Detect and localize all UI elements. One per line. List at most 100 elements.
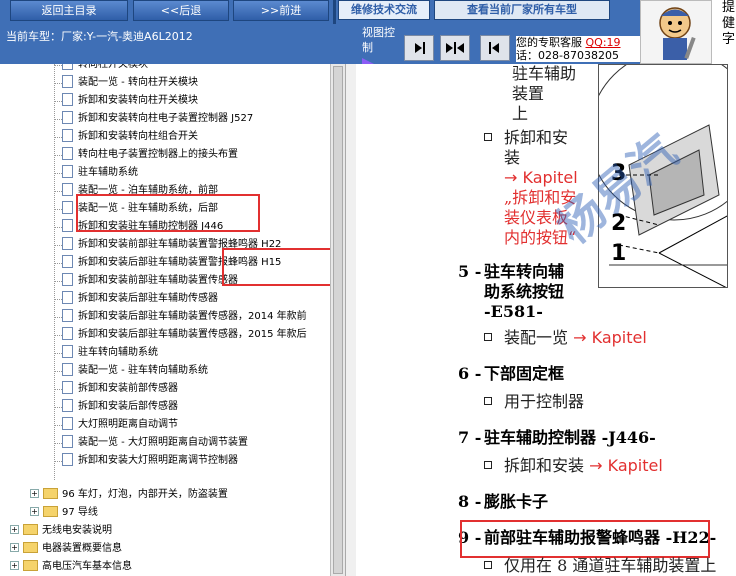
document-icon xyxy=(62,452,73,466)
tree-item[interactable]: 拆卸和安装后部传感器 xyxy=(62,398,178,416)
tree-item-label: 装配一览 - 大灯照明距离自动调节装置 xyxy=(78,437,248,448)
tree-item[interactable]: 装配一览 - 转向柱开关模块 xyxy=(62,74,198,92)
document-icon xyxy=(62,146,73,160)
pane-divider[interactable] xyxy=(346,64,356,576)
tree-item[interactable]: 转向柱电子装置控制器上的接头布置 xyxy=(62,146,238,164)
tree-item[interactable]: 拆卸和安装前部传感器 xyxy=(62,380,178,398)
tab-view-all-models[interactable]: 查看当前厂家所有车型 xyxy=(434,0,610,20)
document-icon xyxy=(62,236,73,250)
item-5-kapitel-link[interactable]: → Kapitel xyxy=(573,328,647,347)
bullet-icon xyxy=(484,460,492,469)
expand-toggle-icon[interactable]: + xyxy=(10,524,19,534)
item-6-number: 6 - xyxy=(458,364,482,383)
tree-item-label: 驻车转向辅助系统 xyxy=(78,347,158,358)
item-6-title: 下部固定框 xyxy=(484,364,565,383)
arrow-left-bar-icon xyxy=(489,42,499,54)
tree-item[interactable]: 拆卸和安装大灯照明距离调节控制器 xyxy=(62,452,238,470)
view-expand-right-button[interactable] xyxy=(404,35,434,61)
tree-item[interactable]: 拆卸和安装后部驻车辅助传感器 xyxy=(62,290,218,308)
tree-item-label: 转向柱开关模块 xyxy=(78,64,148,70)
expand-toggle-icon[interactable]: + xyxy=(30,488,39,498)
tree-folder-label: 96 车灯，灯泡，内部开关，防盗装置 xyxy=(62,489,228,500)
tree-item[interactable]: 拆卸和安装前部驻车辅助装置传感器 xyxy=(62,272,238,290)
tree-guide-connector xyxy=(54,281,62,282)
customer-service-info: 您的专职客服 QQ:19 话：028-87038205 xyxy=(516,36,640,62)
tree-folder[interactable]: + 电器装置概要信息 xyxy=(10,540,122,558)
tree-item[interactable]: 大灯照明距离自动调节 xyxy=(62,416,178,434)
tree-item[interactable]: 装配一览 - 驻车转向辅助系统 xyxy=(62,362,208,380)
folder-icon xyxy=(43,505,58,517)
view-expand-left-button[interactable] xyxy=(480,35,510,61)
document-icon xyxy=(62,326,73,340)
tree-folder[interactable]: +97 导线 xyxy=(30,504,98,522)
document-icon xyxy=(62,290,73,304)
document-icon xyxy=(62,92,73,106)
document-icon xyxy=(62,344,73,358)
tree-guide-connector xyxy=(54,191,62,192)
tab-repair-exchange[interactable]: 维修技术交流 xyxy=(338,0,430,20)
tree-item[interactable]: 转向柱开关模块 xyxy=(62,64,148,74)
document-content: 驻车辅助 装置 上 拆卸和安 装 → Kapitel „拆卸和安 装仪表板 内的… xyxy=(356,64,736,576)
tree-folder[interactable]: + 高电压汽车基本信息 xyxy=(10,558,132,576)
forward-button[interactable]: >>前进 xyxy=(233,0,329,21)
tree-guide-connector xyxy=(54,461,62,462)
tree-item[interactable]: 驻车转向辅助系统 xyxy=(62,344,158,362)
highlight-box-item-9 xyxy=(460,520,710,558)
tree-folder-label: 97 导线 xyxy=(62,507,98,518)
document-icon xyxy=(62,182,73,196)
tree-guide-connector xyxy=(54,155,62,156)
document-icon xyxy=(62,254,73,268)
item-5-sub-text: 装配一览 xyxy=(504,328,569,347)
tree-item-label: 装配一览 - 转向柱开关模块 xyxy=(78,77,198,88)
tree-item-label: 拆卸和安装后部驻车辅助传感器 xyxy=(78,293,218,304)
tree-item[interactable]: 装配一览 - 大灯照明距离自动调节装置 xyxy=(62,434,248,452)
mechanic-mascot-icon xyxy=(659,7,696,60)
back-button[interactable]: <<后退 xyxy=(133,0,229,21)
tree-guide-connector xyxy=(54,227,62,228)
tree-item-label: 拆卸和安装前部传感器 xyxy=(78,383,178,394)
item-7-sub-text: 拆卸和安装 xyxy=(504,456,585,475)
arrow-right-bar-icon xyxy=(415,42,425,54)
document-icon xyxy=(62,64,73,70)
back-to-home-button[interactable]: 返回主目录 xyxy=(10,0,128,21)
tree-item[interactable]: 驻车辅助系统 xyxy=(62,164,138,182)
support-qq-link[interactable]: QQ:19 xyxy=(586,36,621,49)
tree-item[interactable]: 拆卸和安装后部驻车辅助装置传感器，2015 年款后 xyxy=(62,326,307,344)
tree-folder[interactable]: +96 车灯，灯泡，内部开关，防盗装置 xyxy=(30,486,228,504)
item-9-sub: 仅用在 8 通道驻车辅助装置上 xyxy=(484,556,716,576)
item-5-number: 5 - xyxy=(458,262,482,281)
tree-item-label: 大灯照明距离自动调节 xyxy=(78,419,178,430)
title-line: 驻车转向辅 xyxy=(484,262,565,281)
tree-item-label: 拆卸和安装转向柱组合开关 xyxy=(78,131,198,142)
sub-caption-line: 装置 xyxy=(512,84,545,103)
tree-item-label: 拆卸和安装大灯照明距离调节控制器 xyxy=(78,455,238,466)
folder-icon xyxy=(43,487,58,499)
tree-item-label: 转向柱电子装置控制器上的接头布置 xyxy=(78,149,238,160)
item-8-number: 8 - xyxy=(458,492,482,511)
view-split-button[interactable] xyxy=(440,35,470,61)
document-icon xyxy=(62,308,73,322)
mascot-image xyxy=(640,0,712,64)
support-phone: 话：028-87038205 xyxy=(516,49,619,62)
tree-scrollbar[interactable] xyxy=(330,64,346,576)
expand-toggle-icon[interactable]: + xyxy=(30,506,39,516)
document-icon xyxy=(62,272,73,286)
scrollbar-thumb[interactable] xyxy=(333,66,343,574)
tree-guide-connector xyxy=(54,353,62,354)
document-icon xyxy=(62,380,73,394)
tree-guide-connector xyxy=(54,119,62,120)
expand-toggle-icon[interactable]: + xyxy=(10,542,19,552)
tree-folder[interactable]: + 无线电安装说明 xyxy=(10,522,112,540)
tree-item[interactable]: 拆卸和安装转向柱电子装置控制器 J527 xyxy=(62,110,253,128)
tree-guide-connector xyxy=(54,335,62,336)
tree-guide-connector xyxy=(54,371,62,372)
tree-item[interactable]: 拆卸和安装转向柱开关模块 xyxy=(62,92,198,110)
mascot-note-text: 提健字 xyxy=(712,0,736,64)
tree-item[interactable]: 拆卸和安装转向柱组合开关 xyxy=(62,128,198,146)
tree-guide-connector xyxy=(54,317,62,318)
expand-toggle-icon[interactable]: + xyxy=(10,560,19,570)
title-line: -E581- xyxy=(484,302,543,321)
item-7-kapitel-link[interactable]: → Kapitel xyxy=(589,456,663,475)
tree-item[interactable]: 拆卸和安装后部驻车辅助装置传感器，2014 年款前 xyxy=(62,308,307,326)
document-icon xyxy=(62,164,73,178)
